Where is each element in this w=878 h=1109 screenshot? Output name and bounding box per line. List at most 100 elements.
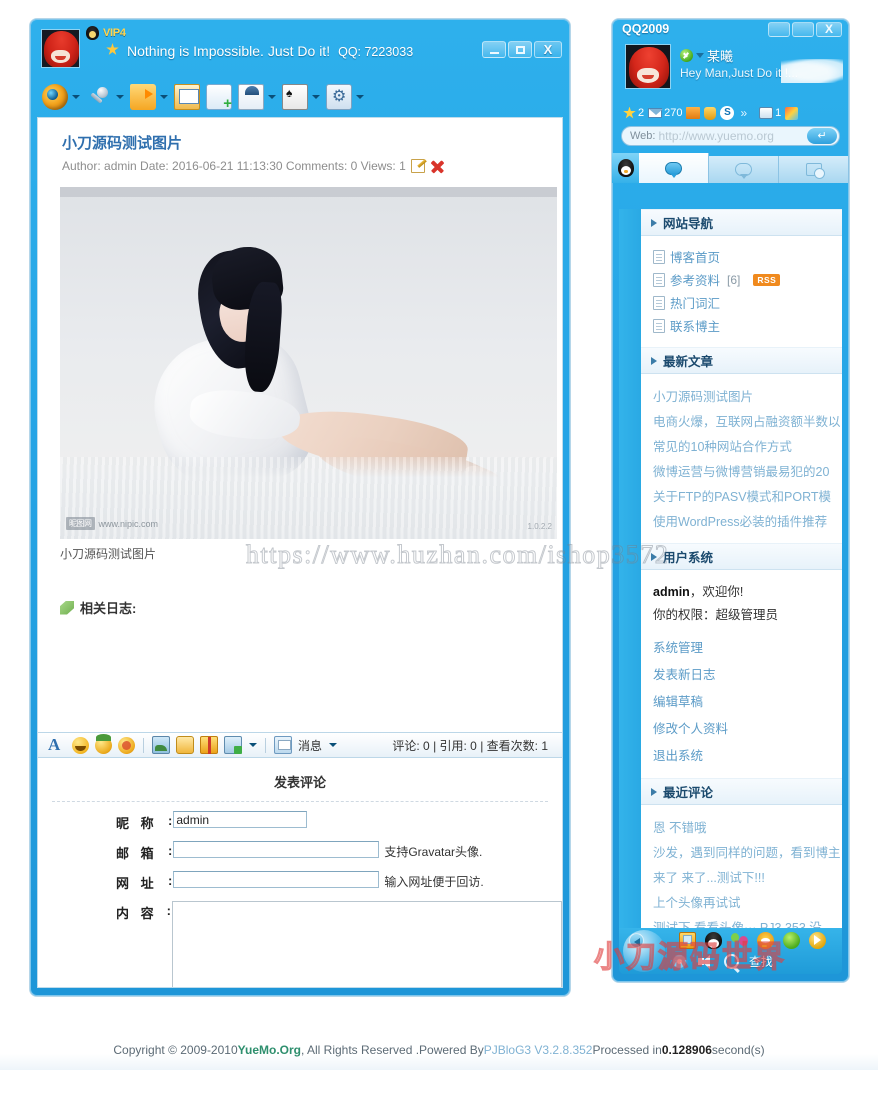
list-item[interactable]: 修改个人资料 [653, 714, 842, 741]
section-header-recent-comments[interactable]: 最近评论 [641, 778, 842, 805]
edit-icon[interactable] [410, 159, 425, 173]
url-input[interactable] [173, 871, 380, 888]
toolbar-microphone[interactable] [84, 84, 126, 110]
list-item[interactable]: 使用WordPress必装的插件推荐 [653, 508, 842, 533]
color-palette-icon[interactable] [785, 106, 799, 120]
web-address-bar[interactable]: Web: http://www.yuemo.org ↵ [621, 126, 840, 146]
mobile-phone-icon[interactable] [679, 932, 696, 949]
list-item[interactable]: 发表新日志 [653, 660, 842, 687]
chevron-down-icon[interactable] [329, 743, 338, 747]
tab-history[interactable] [779, 156, 849, 183]
cloud-decoration-icon [781, 59, 843, 83]
chevron-down-icon[interactable] [249, 743, 257, 747]
image-icon[interactable] [152, 736, 170, 754]
footer-powered-by[interactable]: PJBloG3 V3.2.8.352 [484, 1043, 593, 1057]
flower-icon[interactable] [671, 953, 688, 970]
close-button[interactable]: X [534, 41, 562, 58]
find-label[interactable]: 查找 [749, 953, 773, 970]
nav-link-label: 参考资料 [670, 274, 721, 288]
cart-icon[interactable] [686, 107, 701, 119]
list-item[interactable]: 小刀源码测试图片 [653, 383, 842, 408]
more-icon[interactable]: » [740, 106, 747, 120]
list-item[interactable]: 参考资料 [6] RSS [653, 268, 842, 291]
toolbar-mail[interactable] [172, 84, 202, 110]
font-icon[interactable]: A [48, 736, 66, 754]
chevron-down-icon[interactable] [160, 95, 168, 99]
delete-icon[interactable] [430, 159, 444, 173]
printer-status[interactable]: 1 [759, 107, 781, 119]
media-player-icon[interactable] [809, 932, 826, 949]
dock-row-bottom: 查找 [671, 953, 773, 970]
back-button[interactable] [629, 933, 644, 948]
list-item[interactable]: 电商火爆，互联网占融资额半数以 [653, 408, 842, 433]
mail-status[interactable]: 270 [648, 107, 682, 119]
section-header-site-nav[interactable]: 网站导航 [641, 209, 842, 236]
gift-icon[interactable] [200, 736, 218, 754]
list-item[interactable]: 退出系统 [653, 741, 842, 768]
penguin-icon[interactable] [705, 932, 722, 949]
chevron-down-icon[interactable] [312, 95, 320, 99]
content-textarea[interactable] [172, 901, 562, 987]
smiley-icon[interactable] [72, 736, 89, 754]
chevron-down-icon[interactable] [356, 95, 364, 99]
main-title-bar: VIP4 Nothing is Impossible. Just Do it! … [30, 19, 570, 77]
toolbar-add-message[interactable] [204, 84, 234, 112]
footer-site-link[interactable]: YueMo.Org [238, 1043, 301, 1057]
tab-messages[interactable] [639, 153, 709, 183]
list-item[interactable]: 热门词汇 [653, 291, 842, 314]
section-header-latest-articles[interactable]: 最新文章 [641, 347, 842, 374]
thumbs-up-icon[interactable] [176, 736, 194, 754]
minimize-button[interactable] [768, 22, 790, 37]
list-item[interactable]: 微博运营与微博营销最易犯的20 [653, 458, 842, 483]
list-item[interactable]: 恩 不错哦 [653, 814, 842, 839]
emoticon-blush-icon[interactable] [118, 736, 135, 754]
minimize-button[interactable] [482, 41, 506, 58]
list-item[interactable]: 上个头像再试试 [653, 889, 842, 914]
go-button[interactable]: ↵ [807, 128, 837, 144]
list-item[interactable]: 常见的10种网站合作方式 [653, 433, 842, 458]
maximize-button[interactable] [508, 41, 532, 58]
toolbar-file-transfer[interactable] [128, 84, 170, 110]
chevron-down-icon[interactable] [268, 95, 276, 99]
chevron-down-icon[interactable] [696, 53, 704, 58]
list-item[interactable]: 来了 来了...测试下!!! [653, 864, 842, 889]
list-item[interactable]: 关于FTP的PASV模式和PORT模 [653, 483, 842, 508]
toolbar-games[interactable] [280, 84, 322, 110]
chevron-down-icon[interactable] [72, 95, 80, 99]
avatar[interactable] [625, 44, 671, 89]
search-icon[interactable] [723, 953, 740, 970]
tab-penguin-cell[interactable] [612, 153, 639, 183]
message-label[interactable]: 消息 [298, 737, 322, 754]
list-item[interactable]: 博客首页 [653, 245, 842, 268]
signature-row: Nothing is Impossible. Just Do it! QQ: 7… [106, 43, 413, 59]
rss-icon[interactable]: RSS [753, 273, 781, 286]
money-bag-icon[interactable] [704, 106, 717, 120]
tab-chats[interactable] [709, 156, 779, 183]
toolbar-security[interactable] [236, 84, 278, 110]
service-icon[interactable]: S [720, 106, 735, 120]
toolbar-webcam[interactable] [40, 84, 82, 110]
nickname-input[interactable] [173, 811, 308, 828]
balloons-icon[interactable] [731, 932, 748, 949]
emoticon-green-icon[interactable] [95, 733, 112, 754]
online-status-icon[interactable] [680, 49, 693, 62]
message-icon[interactable] [274, 736, 292, 754]
screenshot-icon[interactable] [224, 736, 242, 754]
toolbar-settings[interactable] [324, 84, 366, 110]
green-app-icon[interactable] [783, 932, 800, 949]
maximize-button[interactable] [792, 22, 814, 37]
speaker-icon[interactable] [697, 953, 714, 970]
section-header-user-system[interactable]: 用户系统 [641, 543, 842, 570]
list-item[interactable]: 沙发，遇到同样的问题，看到博主 [653, 839, 842, 864]
image-watermark-left: 昵图网 www.nipic.com [66, 517, 158, 530]
avatar[interactable] [41, 29, 80, 68]
post-image[interactable]: 昵图网 www.nipic.com 1.0.2.2 [60, 187, 557, 539]
list-item[interactable]: 编辑草稿 [653, 687, 842, 714]
list-item[interactable]: 系统管理 [653, 633, 842, 660]
chevron-down-icon[interactable] [116, 95, 124, 99]
list-item[interactable]: 联系博主 [653, 314, 842, 337]
close-button[interactable]: X [816, 22, 842, 37]
star-status[interactable]: 2 [623, 106, 644, 120]
email-input[interactable] [173, 841, 380, 858]
tiger-icon[interactable] [757, 932, 774, 949]
